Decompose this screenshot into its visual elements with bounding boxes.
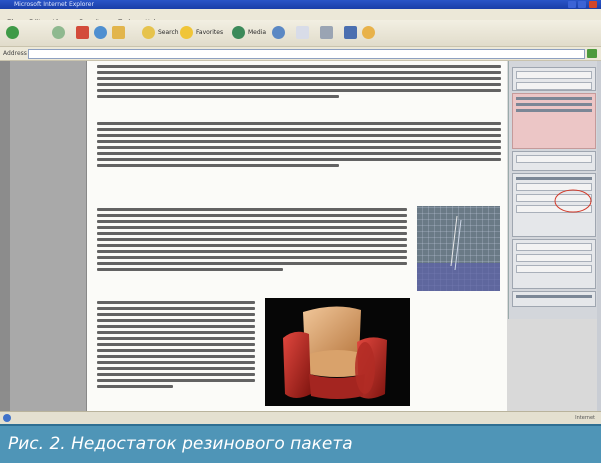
print-button[interactable] [320, 25, 336, 40]
wireframe-lines [450, 215, 462, 271]
browser-toolbar: Search Favorites Media [0, 20, 601, 47]
media-button[interactable]: Media [232, 25, 266, 40]
highlight-circle [554, 189, 592, 213]
paragraph-3 [97, 205, 407, 274]
history-button[interactable] [272, 25, 288, 40]
maximize-button[interactable] [578, 1, 586, 8]
messenger-button[interactable] [362, 25, 378, 40]
edit-icon [344, 26, 357, 39]
favorites-button[interactable]: Favorites [180, 25, 223, 40]
page-left-margin [0, 61, 87, 419]
history-icon [272, 26, 285, 39]
article-page [87, 61, 507, 411]
window-titlebar: Microsoft Internet Explorer [0, 0, 601, 9]
search-label: Search [158, 29, 179, 36]
panel-stack-buttons[interactable] [512, 151, 596, 171]
favorites-label: Favorites [196, 29, 224, 36]
media-icon [232, 26, 245, 39]
address-bar: Address [0, 47, 601, 61]
security-zone-label: Internet [575, 415, 595, 421]
caption-divider [0, 424, 601, 426]
favorites-star-icon [180, 26, 193, 39]
forward-arrow-icon [52, 26, 65, 39]
mail-icon [296, 26, 309, 39]
search-button[interactable]: Search [142, 25, 179, 40]
refresh-icon [94, 26, 107, 39]
window-title: Microsoft Internet Explorer [14, 1, 94, 8]
back-arrow-icon [6, 26, 19, 39]
screenshot-frame: Microsoft Internet Explorer File Edit Vi… [0, 0, 601, 463]
messenger-icon [362, 26, 375, 39]
refresh-button[interactable] [94, 25, 110, 40]
address-input[interactable] [28, 49, 585, 59]
vertical-scrollbar[interactable] [597, 61, 601, 411]
search-icon [142, 26, 155, 39]
address-label: Address [3, 50, 27, 57]
paragraph-1 [97, 62, 501, 101]
forward-button[interactable] [52, 25, 68, 40]
panel-bottom-row[interactable] [512, 291, 596, 307]
home-button[interactable] [112, 25, 128, 40]
page-done-icon [3, 414, 11, 422]
panel-dropdowns[interactable] [512, 67, 596, 91]
armchair-render-image [265, 298, 410, 406]
modeler-viewport-thumbnail [417, 206, 500, 291]
paragraph-4 [97, 298, 255, 391]
armchair-illustration [283, 306, 387, 399]
edit-button[interactable] [344, 25, 360, 40]
figure-caption-bar: Рис. 2. Недостаток резинового пакета [0, 424, 601, 463]
menu-bar: File Edit View Favorites Tools Help [0, 9, 601, 26]
mail-button[interactable] [296, 25, 312, 40]
back-button[interactable] [6, 25, 22, 40]
modeler-command-panel [508, 61, 598, 319]
margin-edge [0, 61, 10, 419]
panel-options[interactable] [512, 239, 596, 289]
media-label: Media [248, 29, 267, 36]
minimize-button[interactable] [568, 1, 576, 8]
panel-modifier-stack[interactable] [512, 93, 596, 149]
home-icon [112, 26, 125, 39]
browser-content [0, 61, 601, 419]
stop-icon [76, 26, 89, 39]
stop-button[interactable] [76, 25, 92, 40]
figure-caption: Рис. 2. Недостаток резинового пакета [8, 434, 353, 454]
go-button[interactable] [587, 49, 597, 58]
close-button[interactable] [589, 1, 597, 8]
paragraph-2 [97, 119, 501, 170]
panel-parameters[interactable] [512, 173, 596, 237]
status-bar: Internet [0, 411, 601, 424]
print-icon [320, 26, 333, 39]
